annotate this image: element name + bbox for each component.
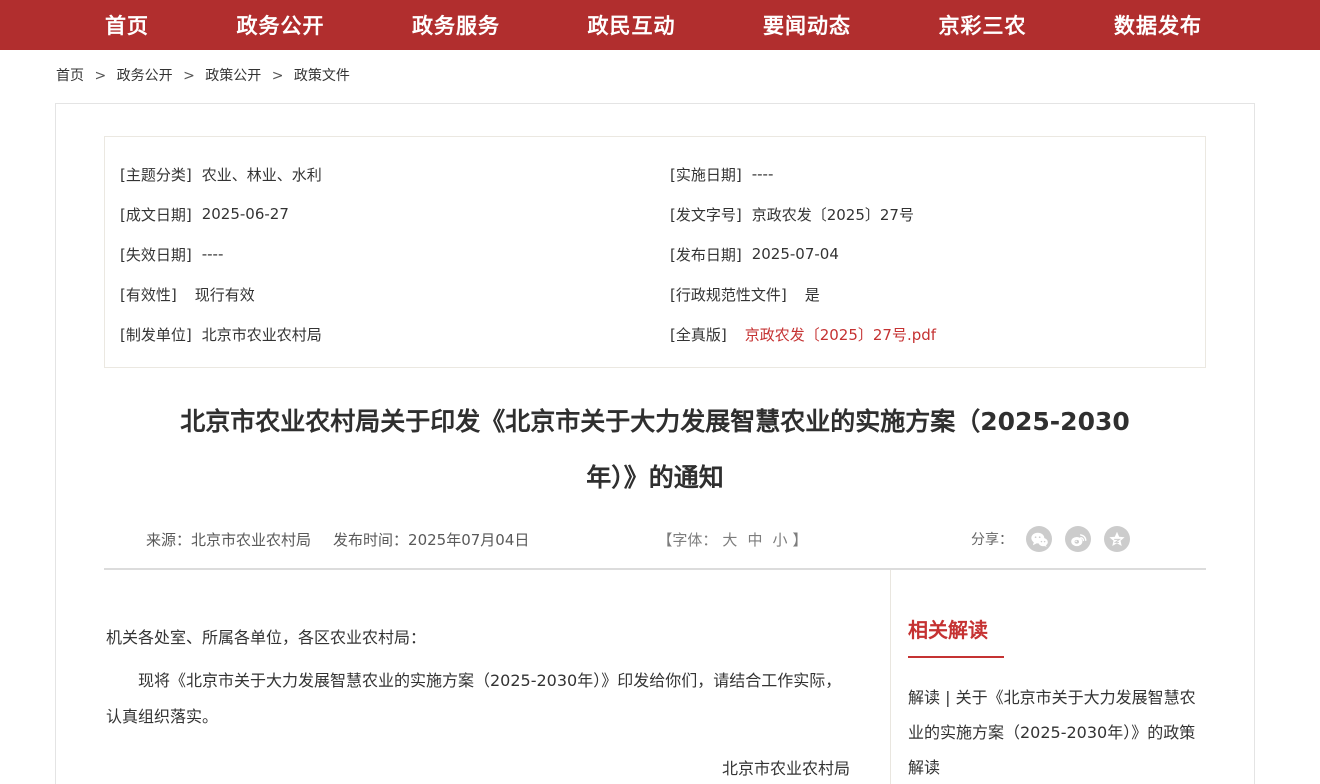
nav-item-gov-open[interactable]: 政务公开 bbox=[237, 10, 325, 40]
meta-label: [实施日期] bbox=[670, 164, 742, 185]
sidebar-title-underline bbox=[908, 656, 1004, 658]
meta-value: 2025-06-27 bbox=[202, 205, 289, 223]
breadcrumb: 首页 > 政务公开 > 政策公开 > 政策文件 bbox=[56, 68, 1320, 85]
breadcrumb-separator: > bbox=[94, 68, 106, 84]
meta-value: ---- bbox=[202, 245, 224, 263]
font-size-small-button[interactable]: 小 bbox=[772, 531, 787, 549]
meta-value: 2025-07-04 bbox=[752, 245, 839, 263]
publish-info: 发布时间：2025年07月04日 bbox=[333, 529, 529, 550]
sidebar-title: 相关解读 bbox=[908, 614, 1206, 643]
meta-row-full-version: [全真版] 京政农发〔2025〕27号.pdf bbox=[670, 314, 1205, 354]
publish-value: 2025年07月04日 bbox=[408, 531, 529, 549]
font-size-large-button[interactable]: 大 bbox=[722, 531, 737, 549]
meta-column-left: [主题分类] 农业、林业、水利 [成文日期] 2025-06-27 [失效日期]… bbox=[105, 154, 655, 354]
meta-label: [主题分类] bbox=[120, 164, 192, 185]
meta-label: [制发单位] bbox=[120, 324, 192, 345]
meta-label: [有效性] bbox=[120, 284, 177, 305]
breadcrumb-policy-files: 政策文件 bbox=[294, 68, 350, 84]
page-title: 北京市农业农村局关于印发《北京市关于大力发展智慧农业的实施方案（2025-203… bbox=[156, 394, 1154, 506]
meta-row-implement-date: [实施日期] ---- bbox=[670, 154, 1205, 194]
breadcrumb-separator: > bbox=[272, 68, 284, 84]
meta-row-doc-number: [发文字号] 京政农发〔2025〕27号 bbox=[670, 194, 1205, 234]
font-size-control: 【字体： 大中小】 bbox=[657, 529, 807, 550]
nav-item-home[interactable]: 首页 bbox=[105, 10, 149, 40]
meta-value: 农业、林业、水利 bbox=[202, 164, 322, 185]
nav-item-news[interactable]: 要闻动态 bbox=[763, 10, 851, 40]
nav-item-gov-service[interactable]: 政务服务 bbox=[412, 10, 500, 40]
nav-item-interaction[interactable]: 政民互动 bbox=[588, 10, 676, 40]
related-reading-sidebar: 相关解读 解读 | 关于《北京市关于大力发展智慧农业的实施方案（2025-203… bbox=[890, 570, 1206, 784]
meta-label: [发文字号] bbox=[670, 204, 742, 225]
share-label: 分享： bbox=[971, 529, 1013, 549]
share-wechat-button[interactable] bbox=[1026, 526, 1052, 552]
breadcrumb-home[interactable]: 首页 bbox=[56, 68, 84, 84]
signature-org: 北京市农业农村局 bbox=[106, 751, 850, 784]
top-nav: 首页 政务公开 政务服务 政民互动 要闻动态 京彩三农 数据发布 bbox=[0, 0, 1320, 50]
salutation-line: 机关各处室、所属各单位，各区农业农村局： bbox=[106, 620, 850, 656]
font-size-medium-button[interactable]: 中 bbox=[747, 531, 762, 549]
main-row: 机关各处室、所属各单位，各区农业农村局： 现将《北京市关于大力发展智慧农业的实施… bbox=[104, 570, 1206, 784]
document-meta-box: [主题分类] 农业、林业、水利 [成文日期] 2025-06-27 [失效日期]… bbox=[104, 136, 1206, 368]
font-ctrl-prefix: 【字体： bbox=[657, 531, 717, 549]
source-label: 来源： bbox=[146, 531, 191, 549]
meta-label: [全真版] bbox=[670, 324, 727, 345]
meta-value: ---- bbox=[752, 165, 774, 183]
font-ctrl-suffix: 】 bbox=[792, 531, 807, 549]
meta-column-right: [实施日期] ---- [发文字号] 京政农发〔2025〕27号 [发布日期] … bbox=[655, 154, 1205, 354]
meta-label: [成文日期] bbox=[120, 204, 192, 225]
meta-row-normative-doc: [行政规范性文件] 是 bbox=[670, 274, 1205, 314]
breadcrumb-separator: > bbox=[183, 68, 195, 84]
meta-row-publish-date: [发布日期] 2025-07-04 bbox=[670, 234, 1205, 274]
meta-label: [失效日期] bbox=[120, 244, 192, 265]
share-qzone-button[interactable] bbox=[1104, 526, 1130, 552]
pdf-download-link[interactable]: 京政农发〔2025〕27号.pdf bbox=[745, 324, 936, 345]
meta-value: 现行有效 bbox=[195, 284, 255, 305]
meta-row-validity: [有效性] 现行有效 bbox=[120, 274, 655, 314]
article-body: 机关各处室、所属各单位，各区农业农村局： 现将《北京市关于大力发展智慧农业的实施… bbox=[104, 570, 890, 784]
share-weibo-button[interactable] bbox=[1065, 526, 1091, 552]
qzone-star-icon bbox=[1109, 531, 1125, 547]
publish-label: 发布时间： bbox=[333, 531, 408, 549]
source-value: 北京市农业农村局 bbox=[191, 531, 311, 549]
breadcrumb-gov-open[interactable]: 政务公开 bbox=[117, 68, 173, 84]
content-card: [主题分类] 农业、林业、水利 [成文日期] 2025-06-27 [失效日期]… bbox=[55, 103, 1255, 784]
meta-row-issuing-unit: [制发单位] 北京市农业农村局 bbox=[120, 314, 655, 354]
meta-row-written-date: [成文日期] 2025-06-27 bbox=[120, 194, 655, 234]
meta-value: 是 bbox=[805, 284, 820, 305]
meta-row-topic: [主题分类] 农业、林业、水利 bbox=[120, 154, 655, 194]
share-group: 分享： bbox=[971, 526, 1130, 552]
weibo-icon bbox=[1070, 531, 1087, 547]
wechat-icon bbox=[1031, 532, 1048, 547]
source-info: 来源：北京市农业农村局 bbox=[146, 529, 311, 550]
meta-label: [发布日期] bbox=[670, 244, 742, 265]
meta-value: 京政农发〔2025〕27号 bbox=[752, 204, 914, 225]
article-info-row: 来源：北京市农业农村局 发布时间：2025年07月04日 【字体： 大中小】 分享… bbox=[104, 520, 1206, 558]
nav-item-jingcai[interactable]: 京彩三农 bbox=[939, 10, 1027, 40]
body-paragraph: 现将《北京市关于大力发展智慧农业的实施方案（2025-2030年）》印发给你们，… bbox=[106, 663, 850, 735]
breadcrumb-policy-open[interactable]: 政策公开 bbox=[205, 68, 261, 84]
meta-row-expiry-date: [失效日期] ---- bbox=[120, 234, 655, 274]
related-interpretation-link[interactable]: 解读 | 关于《北京市关于大力发展智慧农业的实施方案（2025-2030年）》的… bbox=[908, 680, 1204, 784]
meta-label: [行政规范性文件] bbox=[670, 284, 787, 305]
nav-item-data[interactable]: 数据发布 bbox=[1114, 10, 1202, 40]
meta-value: 北京市农业农村局 bbox=[202, 324, 322, 345]
